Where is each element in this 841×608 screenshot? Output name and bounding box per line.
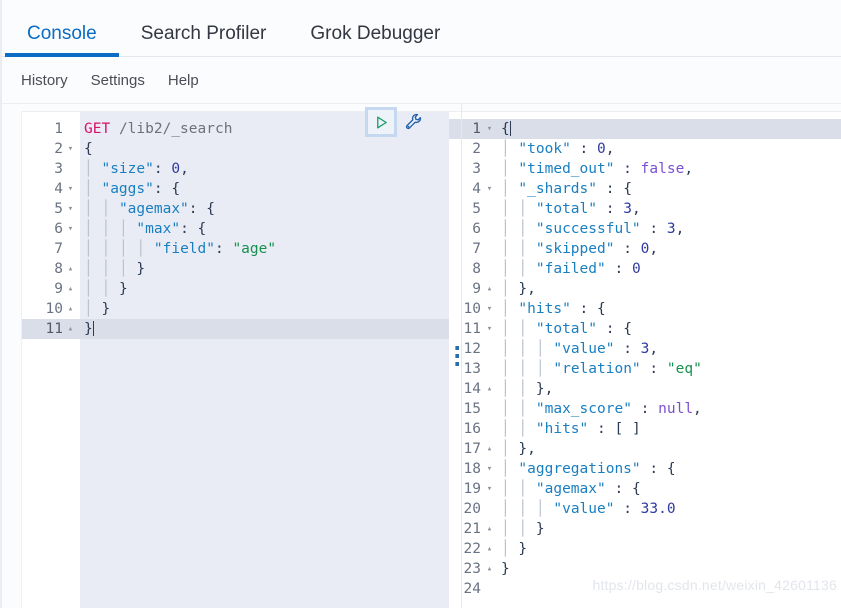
code-line[interactable]: │ │ │ "relation" : "eq" — [497, 359, 841, 379]
code-line[interactable]: │ │ │ "max": { — [80, 219, 449, 239]
code-line[interactable]: │ │ }, — [497, 379, 841, 399]
fold-close-icon[interactable]: ▴ — [65, 279, 76, 299]
fold-open-icon[interactable]: ▾ — [484, 319, 495, 339]
code-line[interactable]: │ │ "successful" : 3, — [497, 219, 841, 239]
fold-open-icon[interactable]: ▾ — [484, 299, 495, 319]
code-line[interactable]: │ }, — [497, 279, 841, 299]
response-code-area[interactable]: {│ "took" : 0, │ "timed_out" : false, │ "_… — [496, 112, 841, 608]
pane-divider[interactable] — [450, 104, 463, 608]
code-line[interactable]: │ │ │ │ "field": "age" — [80, 239, 449, 259]
watermark-text: https://blog.csdn.net/weixin_42601136 — [592, 577, 837, 593]
fold-close-icon[interactable]: ▴ — [484, 279, 495, 299]
fold-close-icon[interactable]: ▴ — [65, 259, 76, 279]
wrench-icon[interactable] — [401, 109, 427, 135]
code-line[interactable]: │ "aggs": { — [80, 179, 449, 199]
fold-close-icon[interactable]: ▴ — [484, 539, 495, 559]
code-line[interactable]: │ │ "hits" : [ ] — [497, 419, 841, 439]
code-line[interactable]: │ │ "skipped" : 0, — [497, 239, 841, 259]
request-actions — [365, 107, 427, 137]
code-line[interactable]: │ } — [497, 539, 841, 559]
fold-close-icon[interactable]: ▴ — [484, 559, 495, 579]
fold-close-icon[interactable]: ▴ — [484, 379, 495, 399]
code-line[interactable]: │ "aggregations" : { — [497, 459, 841, 479]
code-line[interactable]: │ │ │ "value" : 33.0 — [497, 499, 841, 519]
tab-search-profiler[interactable]: Search Profiler — [119, 24, 289, 57]
fold-open-icon[interactable]: ▾ — [484, 479, 495, 499]
line-number[interactable]: 7 — [22, 239, 80, 259]
line-number[interactable]: 4 ▾ — [22, 179, 80, 199]
fold-close-icon[interactable]: ▴ — [484, 439, 495, 459]
code-line[interactable]: { — [496, 119, 841, 139]
code-line[interactable]: { — [80, 139, 449, 159]
console-menu-bar: History Settings Help — [2, 57, 841, 104]
line-number[interactable]: 5 ▾ — [22, 199, 80, 219]
kibana-dev-tools-console: Console Search Profiler Grok Debugger Hi… — [0, 0, 841, 608]
request-pane: 1 2 ▾ 3 4 ▾ 5 ▾ 6 ▾ 7 8 ▴ 9 ▴ 10 ▴ 11 ▴ GET /lib2/_search{… — [2, 104, 449, 608]
fold-close-icon[interactable]: ▴ — [65, 299, 76, 319]
fold-open-icon[interactable]: ▾ — [484, 179, 495, 199]
console-split-region: 1 2 ▾ 3 4 ▾ 5 ▾ 6 ▾ 7 8 ▴ 9 ▴ 10 ▴ 11 ▴ GET /lib2/_search{… — [2, 104, 841, 608]
code-line[interactable]: │ "size": 0, — [80, 159, 449, 179]
code-line[interactable]: │ │ "agemax": { — [80, 199, 449, 219]
line-number[interactable]: 11 ▴ — [22, 319, 80, 339]
play-triangle-icon — [368, 110, 394, 134]
menu-item-settings[interactable]: Settings — [91, 72, 145, 89]
line-number[interactable]: 6 ▾ — [22, 219, 80, 239]
fold-close-icon[interactable]: ▴ — [65, 319, 76, 339]
line-number[interactable]: 8 ▴ — [22, 259, 80, 279]
response-editor[interactable]: 1 ▾ 2 3 4 ▾ 5 6 7 8 9 ▴ 10 ▾ 11 ▾ 12 13 14 ▴ 15 16 17 ▴ 18 ▾ 19 ▾ 20… — [448, 111, 841, 608]
text-caret — [509, 121, 511, 136]
code-line[interactable]: │ │ "total" : { — [497, 319, 841, 339]
code-line[interactable]: │ │ } — [497, 519, 841, 539]
code-line[interactable]: │ │ │ "value" : 3, — [497, 339, 841, 359]
fold-open-icon[interactable]: ▾ — [65, 139, 76, 159]
line-number[interactable]: 10 ▴ — [22, 299, 80, 319]
send-request-button[interactable] — [365, 107, 397, 137]
code-line[interactable]: │ │ } — [80, 279, 449, 299]
request-code-area[interactable]: GET /lib2/_search{│ "size": 0, │ "aggs": … — [80, 112, 449, 608]
code-line[interactable]: │ │ "total" : 3, — [497, 199, 841, 219]
request-gutter[interactable]: 1 2 ▾ 3 4 ▾ 5 ▾ 6 ▾ 7 8 ▴ 9 ▴ 10 ▴ 11 ▴ — [22, 112, 80, 608]
fold-open-icon[interactable]: ▾ — [65, 179, 76, 199]
drag-handle-icon[interactable] — [454, 346, 459, 366]
line-number[interactable]: 1 — [22, 119, 80, 139]
fold-open-icon[interactable]: ▾ — [484, 119, 495, 139]
fold-close-icon[interactable]: ▴ — [484, 519, 495, 539]
code-line[interactable]: │ }, — [497, 439, 841, 459]
code-line[interactable]: │ │ "failed" : 0 — [497, 259, 841, 279]
code-line[interactable]: │ "hits" : { — [497, 299, 841, 319]
code-line[interactable]: │ │ "agemax" : { — [497, 479, 841, 499]
response-pane: 1 ▾ 2 3 4 ▾ 5 6 7 8 9 ▴ 10 ▾ 11 ▾ 12 13 14 ▴ 15 16 17 ▴ 18 ▾ 19 ▾ 20… — [448, 104, 841, 608]
line-number[interactable]: 2 ▾ — [22, 139, 80, 159]
tab-console[interactable]: Console — [5, 24, 119, 57]
main-tab-bar: Console Search Profiler Grok Debugger — [2, 0, 841, 57]
fold-open-icon[interactable]: ▾ — [65, 219, 76, 239]
code-line[interactable]: } — [80, 319, 449, 339]
divider-line — [461, 104, 462, 608]
menu-item-help[interactable]: Help — [168, 72, 199, 89]
code-line[interactable]: │ │ "max_score" : null, — [497, 399, 841, 419]
menu-item-history[interactable]: History — [21, 72, 68, 89]
line-number[interactable]: 9 ▴ — [22, 279, 80, 299]
code-line[interactable]: │ "took" : 0, — [497, 139, 841, 159]
code-line[interactable]: │ │ │ } — [80, 259, 449, 279]
request-editor[interactable]: 1 2 ▾ 3 4 ▾ 5 ▾ 6 ▾ 7 8 ▴ 9 ▴ 10 ▴ 11 ▴ GET /lib2/_search{… — [21, 111, 449, 608]
fold-open-icon[interactable]: ▾ — [484, 459, 495, 479]
line-number[interactable]: 3 — [22, 159, 80, 179]
code-line[interactable]: │ } — [80, 299, 449, 319]
fold-open-icon[interactable]: ▾ — [65, 199, 76, 219]
code-line[interactable]: │ "_shards" : { — [497, 179, 841, 199]
code-line[interactable]: │ "timed_out" : false, — [497, 159, 841, 179]
code-line[interactable]: } — [497, 559, 841, 579]
text-caret — [92, 321, 94, 336]
tab-grok-debugger[interactable]: Grok Debugger — [288, 24, 462, 57]
